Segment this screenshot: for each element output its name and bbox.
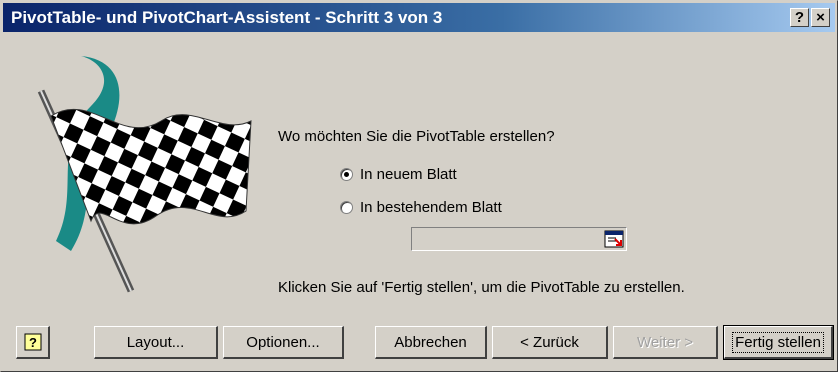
- radio-new-sheet[interactable]: In neuem Blatt: [340, 166, 457, 183]
- radio-unselected-icon[interactable]: [340, 201, 353, 214]
- radio-existing-sheet-label: In bestehendem Blatt: [360, 199, 502, 216]
- finish-button-label: Fertig stellen: [732, 331, 824, 353]
- hint-text: Klicken Sie auf 'Fertig stellen', um die…: [278, 279, 685, 296]
- dialog-title: PivotTable- und PivotChart-Assistent - S…: [11, 8, 443, 27]
- reference-field[interactable]: [411, 227, 627, 251]
- office-assistant-icon: ?: [24, 333, 41, 351]
- finish-button[interactable]: Fertig stellen: [723, 325, 834, 360]
- collapse-dialog-icon[interactable]: [604, 230, 624, 248]
- back-button[interactable]: < Zurück: [492, 326, 608, 359]
- help-titlebar-button[interactable]: ?: [790, 8, 809, 27]
- next-button[interactable]: Weiter >: [613, 326, 718, 359]
- radio-selected-icon[interactable]: [340, 168, 353, 181]
- question-text: Wo möchten Sie die PivotTable erstellen?: [278, 128, 555, 145]
- title-bar[interactable]: PivotTable- und PivotChart-Assistent - S…: [3, 3, 835, 32]
- cancel-button[interactable]: Abbrechen: [375, 326, 487, 359]
- svg-text:?: ?: [29, 335, 37, 350]
- radio-existing-sheet[interactable]: In bestehendem Blatt: [340, 199, 502, 216]
- options-button[interactable]: Optionen...: [223, 326, 344, 359]
- office-assistant-button[interactable]: ?: [16, 326, 50, 359]
- radio-new-sheet-label: In neuem Blatt: [360, 166, 457, 183]
- layout-button[interactable]: Layout...: [94, 326, 218, 359]
- close-button[interactable]: ×: [811, 8, 830, 27]
- checkered-flag-icon: [37, 56, 252, 293]
- pivot-wizard-dialog: PivotTable- und PivotChart-Assistent - S…: [0, 0, 838, 372]
